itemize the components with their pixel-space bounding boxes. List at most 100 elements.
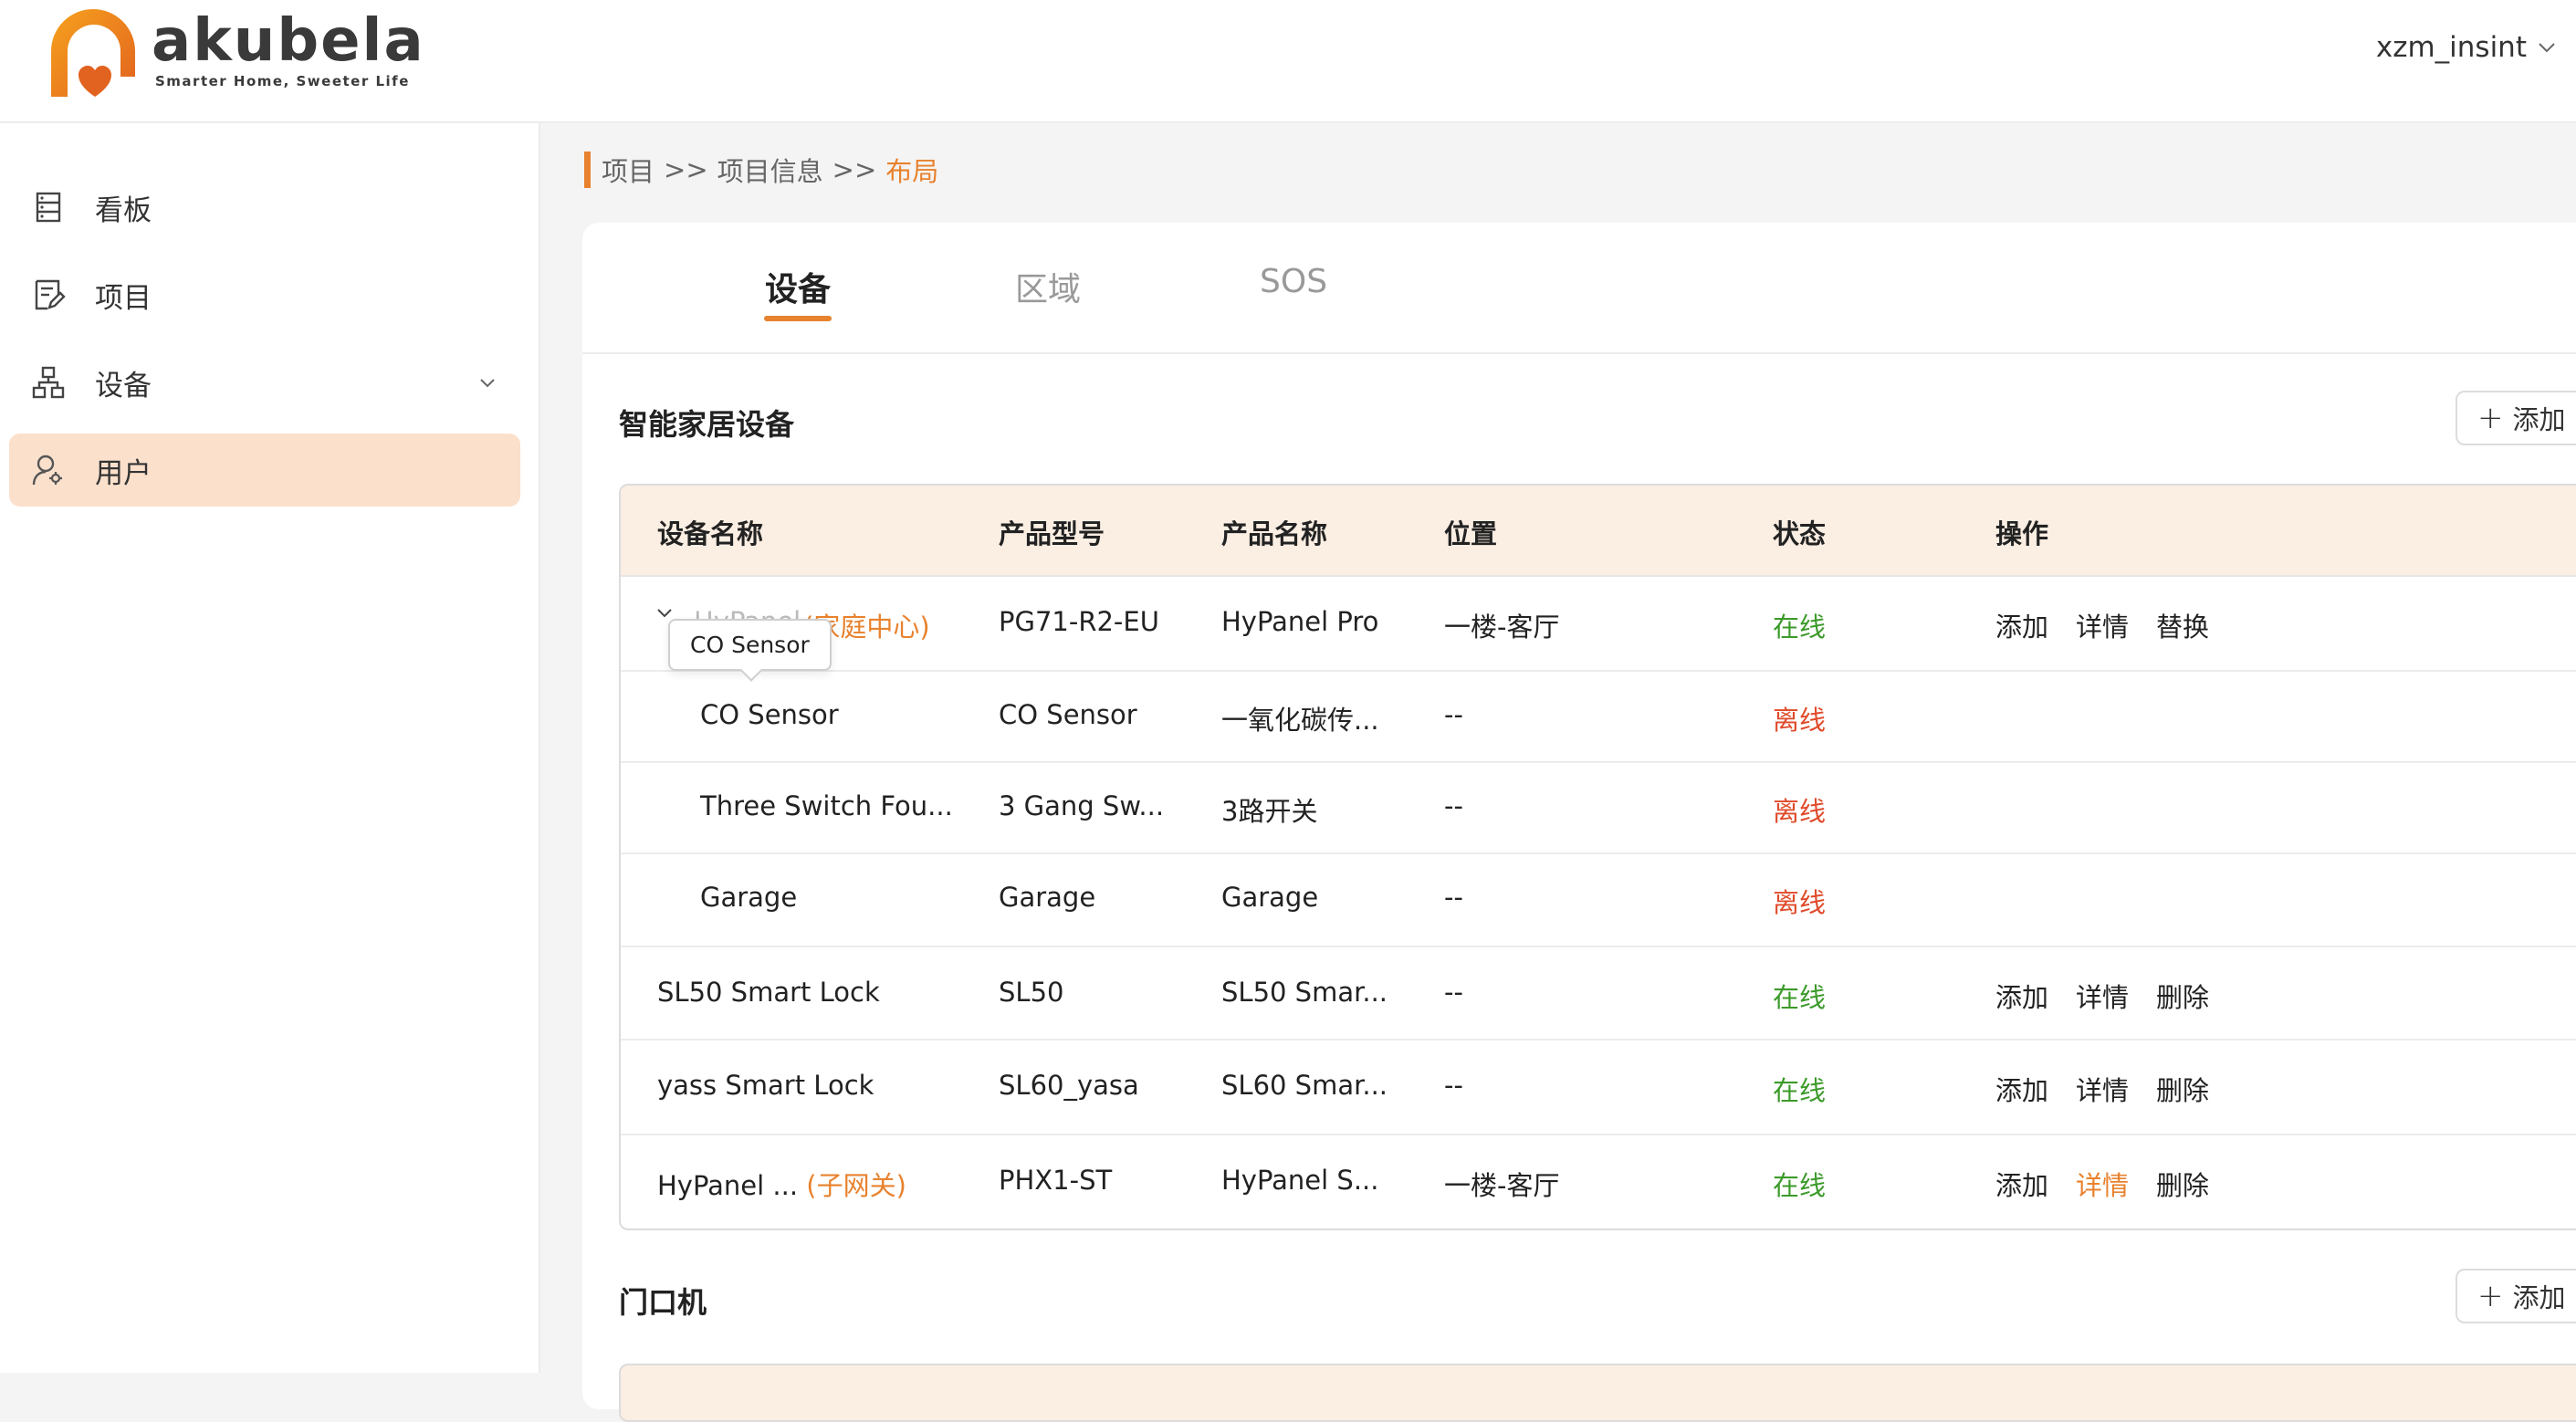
column-header: 产品名称: [1221, 518, 1328, 549]
device-name: Three Switch Fou...: [700, 790, 953, 821]
device-role-tag: (子网关): [806, 1170, 906, 1201]
sidebar-item-user[interactable]: 用户: [9, 434, 520, 507]
details-action[interactable]: 详情: [2076, 606, 2129, 644]
product-name: SL50 Smar...: [1221, 977, 1388, 1008]
status-online: 在线: [1773, 1170, 1827, 1201]
column-header: 设备名称: [657, 518, 764, 549]
table-row: yass Smart Lock SL60_yasa SL60 Smar... -…: [621, 1039, 2576, 1135]
status-offline: 离线: [1773, 705, 1827, 736]
status-online: 在线: [1773, 982, 1827, 1013]
chevron-down-icon[interactable]: [476, 371, 498, 393]
device-network-icon: [29, 363, 68, 402]
location: --: [1444, 699, 1463, 730]
product-model: CO Sensor: [999, 699, 1137, 730]
location: 一楼-客厅: [1444, 612, 1560, 643]
device-name: SL50 Smart Lock: [657, 977, 880, 1008]
section-title-door-station: 门口机: [619, 1285, 707, 1320]
tab-bar: 设备 区域 SOS: [582, 223, 2576, 354]
device-name: CO Sensor: [700, 699, 839, 730]
breadcrumb-separator: >>: [664, 154, 708, 185]
project-icon: [29, 276, 68, 314]
user-icon: [29, 451, 68, 489]
delete-action[interactable]: 删除: [2156, 977, 2209, 1015]
username: xzm_insint: [2375, 31, 2527, 64]
table-row: HyPanel ... (子网关) PHX1-ST HyPanel S... 一…: [621, 1134, 2576, 1229]
delete-action[interactable]: 删除: [2156, 1165, 2209, 1203]
product-model: SL50: [999, 977, 1064, 1008]
location: --: [1444, 882, 1463, 913]
add-action[interactable]: 添加: [1995, 977, 2048, 1015]
delete-action[interactable]: 删除: [2156, 1070, 2209, 1108]
add-action[interactable]: 添加: [1995, 606, 2048, 644]
status-online: 在线: [1773, 1075, 1827, 1106]
location: 一楼-客厅: [1444, 1170, 1560, 1201]
location: --: [1444, 790, 1463, 821]
device-name: Garage: [700, 882, 798, 913]
product-name: SL60 Smar...: [1221, 1070, 1388, 1101]
product-model: 3 Gang Sw...: [999, 790, 1165, 821]
column-header: 位置: [1444, 518, 1498, 549]
sidebar-item-label: 设备: [95, 369, 152, 403]
sidebar: 看板 项目 设备 用户: [0, 123, 540, 1373]
details-action[interactable]: 详情: [2076, 977, 2129, 1015]
table-row: HyPanel (家庭中心) CO Sensor PG71-R2-EU HyPa…: [621, 577, 2576, 672]
akubela-logo[interactable]: akubela Smarter Home, Sweeter Life: [47, 5, 424, 100]
chevron-down-icon: [2539, 43, 2555, 53]
table-header: 设备名称 产品型号 产品名称 位置 状态 操作: [621, 486, 2576, 577]
product-name: 3路开关: [1221, 796, 1318, 827]
device-name-tooltip: CO Sensor: [668, 619, 832, 671]
logo-mark-icon: [51, 9, 135, 97]
breadcrumb: 项目 >> 项目信息 >> 布局: [584, 152, 938, 188]
column-header: 操作: [1995, 518, 2049, 549]
tab-areas[interactable]: 区域: [1015, 263, 1081, 310]
product-name: HyPanel S...: [1221, 1165, 1379, 1196]
breadcrumb-item[interactable]: 项目: [602, 151, 654, 189]
product-name: HyPanel Pro: [1221, 606, 1379, 637]
product-model: PG71-R2-EU: [999, 606, 1159, 637]
sidebar-item-device[interactable]: 设备: [9, 346, 520, 419]
dashboard-icon: [29, 188, 68, 226]
status-offline: 离线: [1773, 796, 1827, 827]
device-name: HyPanel ... (子网关): [657, 1170, 906, 1201]
table-row: Garage Garage Garage -- 离线: [621, 852, 2576, 947]
logo-tagline: Smarter Home, Sweeter Life: [155, 73, 410, 89]
add-button-label: 添加: [2512, 1282, 2566, 1313]
sidebar-item-label: 项目: [95, 281, 152, 315]
sidebar-item-label: 看板: [95, 193, 152, 227]
add-action[interactable]: 添加: [1995, 1070, 2048, 1108]
plus-icon: +: [2477, 400, 2504, 436]
table-row: CO Sensor CO Sensor 一氧化碳传... -- 离线: [621, 670, 2576, 763]
replace-action[interactable]: 替换: [2156, 606, 2209, 644]
breadcrumb-current: 布局: [885, 156, 939, 187]
sidebar-item-label: 用户: [95, 456, 152, 490]
breadcrumb-accent-bar: [584, 152, 591, 188]
column-header: 产品型号: [999, 518, 1105, 549]
product-model: Garage: [999, 882, 1096, 913]
details-action[interactable]: 详情: [2076, 1070, 2129, 1108]
location: --: [1444, 1070, 1463, 1101]
add-button-label: 添加: [2512, 404, 2566, 435]
product-name: 一氧化碳传...: [1221, 705, 1379, 736]
table-row: Three Switch Fou... 3 Gang Sw... 3路开关 --…: [621, 761, 2576, 854]
table-row: SL50 Smart Lock SL50 SL50 Smar... -- 在线 …: [621, 946, 2576, 1040]
add-action[interactable]: 添加: [1995, 1165, 2048, 1203]
add-door-station-button[interactable]: + 添加: [2456, 1269, 2576, 1323]
main-card: 设备 区域 SOS 智能家居设备 + 添加 设备名称 产品型号 产品名称 位置 …: [582, 223, 2576, 1422]
device-name: yass Smart Lock: [657, 1070, 874, 1101]
breadcrumb-item[interactable]: 项目信息: [717, 151, 823, 189]
status-online: 在线: [1773, 612, 1827, 643]
tab-devices[interactable]: 设备: [765, 263, 831, 310]
status-offline: 离线: [1773, 887, 1827, 918]
product-model: SL60_yasa: [999, 1070, 1139, 1101]
smart-home-device-table: 设备名称 产品型号 产品名称 位置 状态 操作 HyPanel (家庭中心) C…: [619, 484, 2576, 1230]
column-header: 状态: [1773, 518, 1827, 549]
sidebar-item-project[interactable]: 项目: [9, 258, 520, 331]
tab-sos[interactable]: SOS: [1260, 263, 1327, 300]
section-title-smart-home: 智能家居设备: [619, 407, 795, 442]
sidebar-item-dashboard[interactable]: 看板: [9, 171, 520, 244]
location: --: [1444, 977, 1463, 1008]
user-menu[interactable]: xzm_insint: [2376, 31, 2558, 64]
details-action[interactable]: 详情: [2076, 1165, 2129, 1203]
active-tab-indicator: [764, 316, 832, 321]
add-smart-home-device-button[interactable]: + 添加: [2456, 391, 2576, 445]
